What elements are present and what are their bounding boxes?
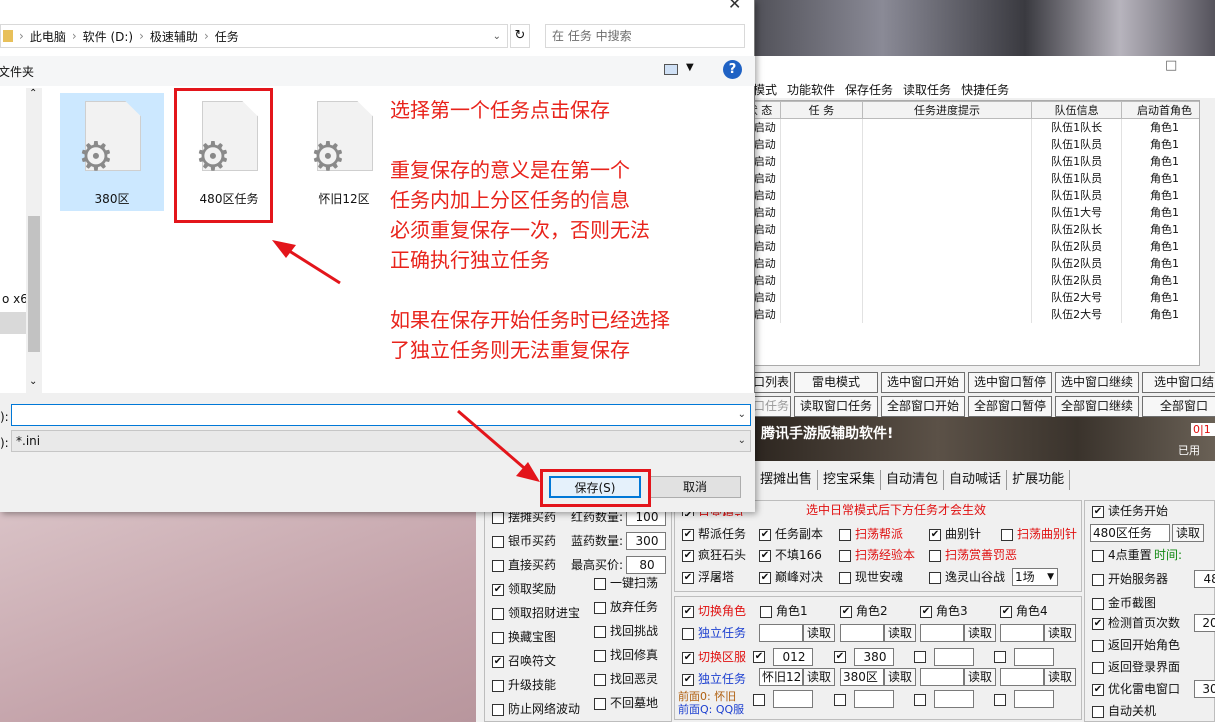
note-para2-2: 任务内加上分区任务的信息 bbox=[390, 188, 630, 212]
note-para2-3: 必须重复保存一次，否则无法 bbox=[390, 218, 650, 242]
arrow-to-file bbox=[282, 245, 341, 285]
note-para2-4: 正确执行独立任务 bbox=[390, 248, 550, 272]
annotation-text: 选择第一个任务点击保存 重复保存的意义是在第一个 任务内加上分区任务的信息 必须… bbox=[390, 95, 750, 365]
note-para2-1: 重复保存的意义是在第一个 bbox=[390, 158, 630, 182]
arrow-to-save bbox=[457, 409, 531, 475]
note-para3-1: 如果在保存开始任务时已经选择 bbox=[390, 308, 670, 332]
note-para3-2: 了独立任务则无法重复保存 bbox=[390, 338, 630, 362]
note-line-1: 选择第一个任务点击保存 bbox=[390, 98, 610, 122]
arrowhead-icon bbox=[272, 240, 296, 258]
